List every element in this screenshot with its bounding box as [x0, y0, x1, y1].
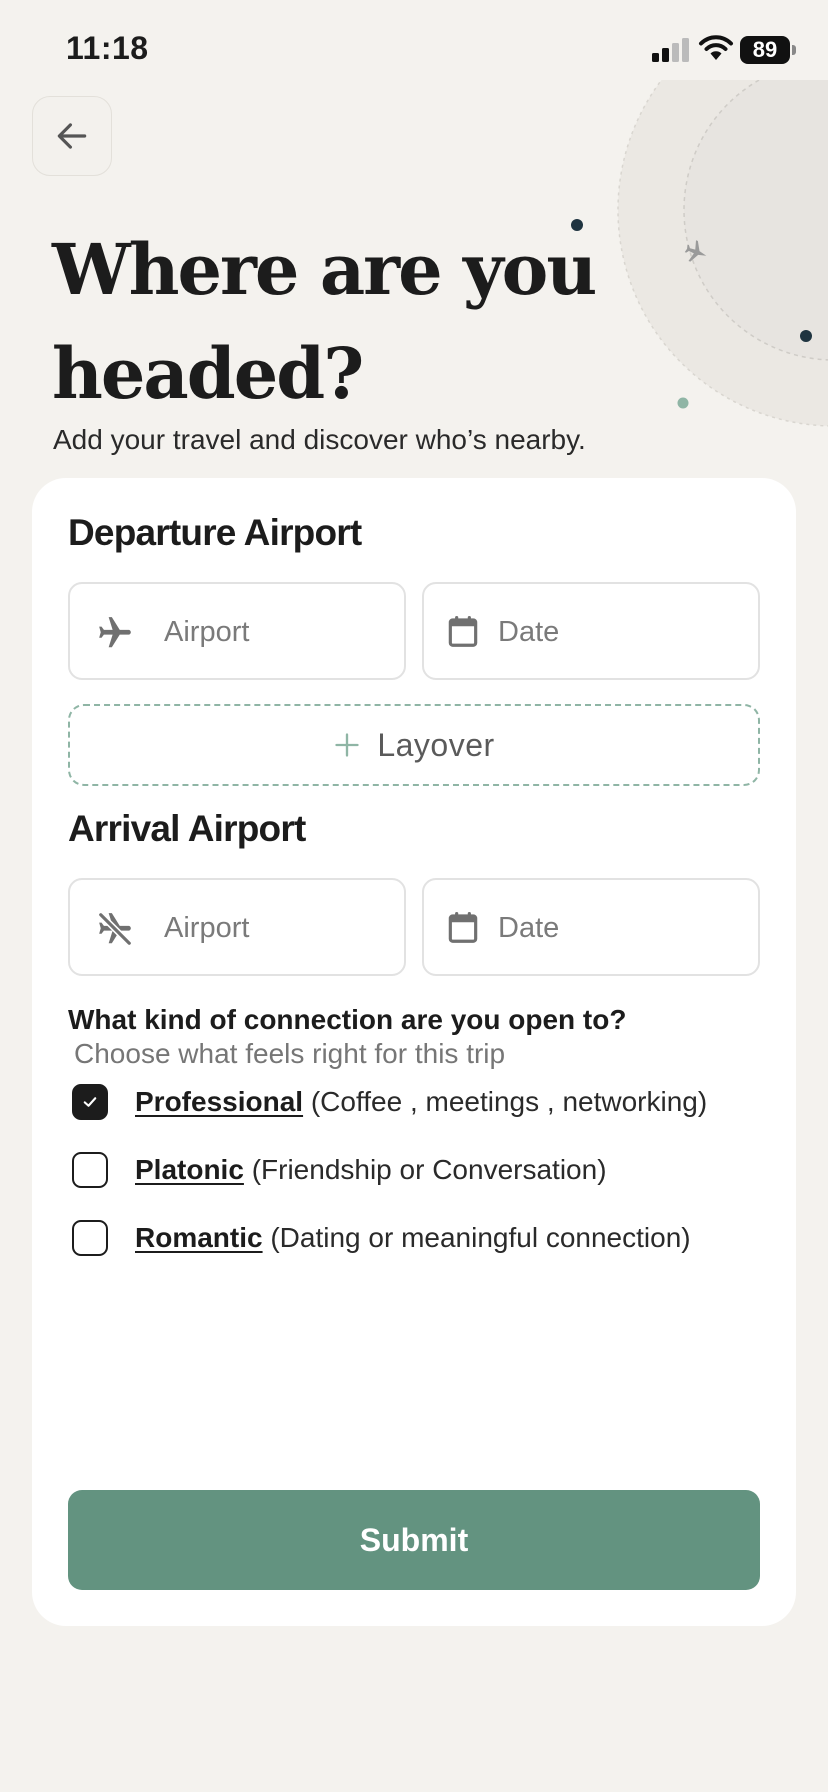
battery-level: 89: [740, 36, 790, 64]
arrow-left-icon: [57, 123, 87, 149]
airplane-icon: [99, 617, 131, 648]
romantic-description: (Dating or meaningful connection): [270, 1222, 691, 1253]
departure-airport-placeholder: Airport: [164, 616, 250, 648]
romantic-checkbox[interactable]: [72, 1220, 108, 1256]
romantic-label: Romantic: [135, 1222, 263, 1253]
battery-tip: [792, 45, 796, 55]
page-subtitle: Add your travel and discover who’s nearb…: [53, 424, 586, 455]
platonic-description: (Friendship or Conversation): [251, 1154, 607, 1185]
connection-option-platonic[interactable]: Platonic (Friendship or Conversation): [72, 1150, 607, 1190]
wifi-icon: [699, 35, 733, 60]
arrival-date-field[interactable]: Date: [422, 878, 760, 976]
add-layover-button[interactable]: Layover: [68, 704, 760, 786]
professional-description: (Coffee , meetings , networking): [310, 1086, 708, 1117]
professional-text: Professional (Coffee , meetings , networ…: [135, 1086, 707, 1118]
professional-checkbox[interactable]: [72, 1084, 108, 1120]
plus-icon: [335, 733, 359, 757]
arrival-airport-field[interactable]: Airport: [68, 878, 406, 976]
layover-label: Layover: [377, 726, 495, 763]
calendar-icon: [448, 615, 478, 647]
back-button[interactable]: [32, 96, 112, 176]
page-title: Where are you headed?: [52, 228, 597, 415]
battery-indicator: 89: [740, 36, 796, 64]
professional-label: Professional: [135, 1086, 304, 1117]
departure-section-title: Departure Airport: [68, 512, 362, 553]
status-time: 11:18: [66, 30, 149, 66]
travel-form-card: Departure Airport Airport Date Layover A…: [32, 478, 796, 1626]
cellular-signal-icon: [652, 38, 689, 62]
checkmark-icon: [83, 1097, 97, 1107]
connection-hint: Choose what feels right for this trip: [74, 1038, 506, 1069]
arrival-airport-placeholder: Airport: [164, 912, 250, 944]
calendar-icon: [448, 911, 478, 943]
departure-date-field[interactable]: Date: [422, 582, 760, 680]
connection-question: What kind of connection are you open to?: [68, 1004, 627, 1035]
platonic-label: Platonic: [135, 1154, 244, 1185]
platonic-text: Platonic (Friendship or Conversation): [135, 1154, 607, 1186]
platonic-checkbox[interactable]: [72, 1152, 108, 1188]
connection-option-romantic[interactable]: Romantic (Dating or meaningful connectio…: [72, 1218, 691, 1258]
departure-airport-field[interactable]: Airport: [68, 582, 406, 680]
submit-button[interactable]: Submit: [68, 1490, 760, 1590]
arrival-date-placeholder: Date: [498, 912, 560, 944]
connection-option-professional[interactable]: Professional (Coffee , meetings , networ…: [72, 1082, 707, 1122]
romantic-text: Romantic (Dating or meaningful connectio…: [135, 1222, 691, 1254]
airplane-off-icon: [98, 912, 132, 946]
departure-date-placeholder: Date: [498, 616, 560, 648]
arrival-section-title: Arrival Airport: [68, 808, 306, 849]
